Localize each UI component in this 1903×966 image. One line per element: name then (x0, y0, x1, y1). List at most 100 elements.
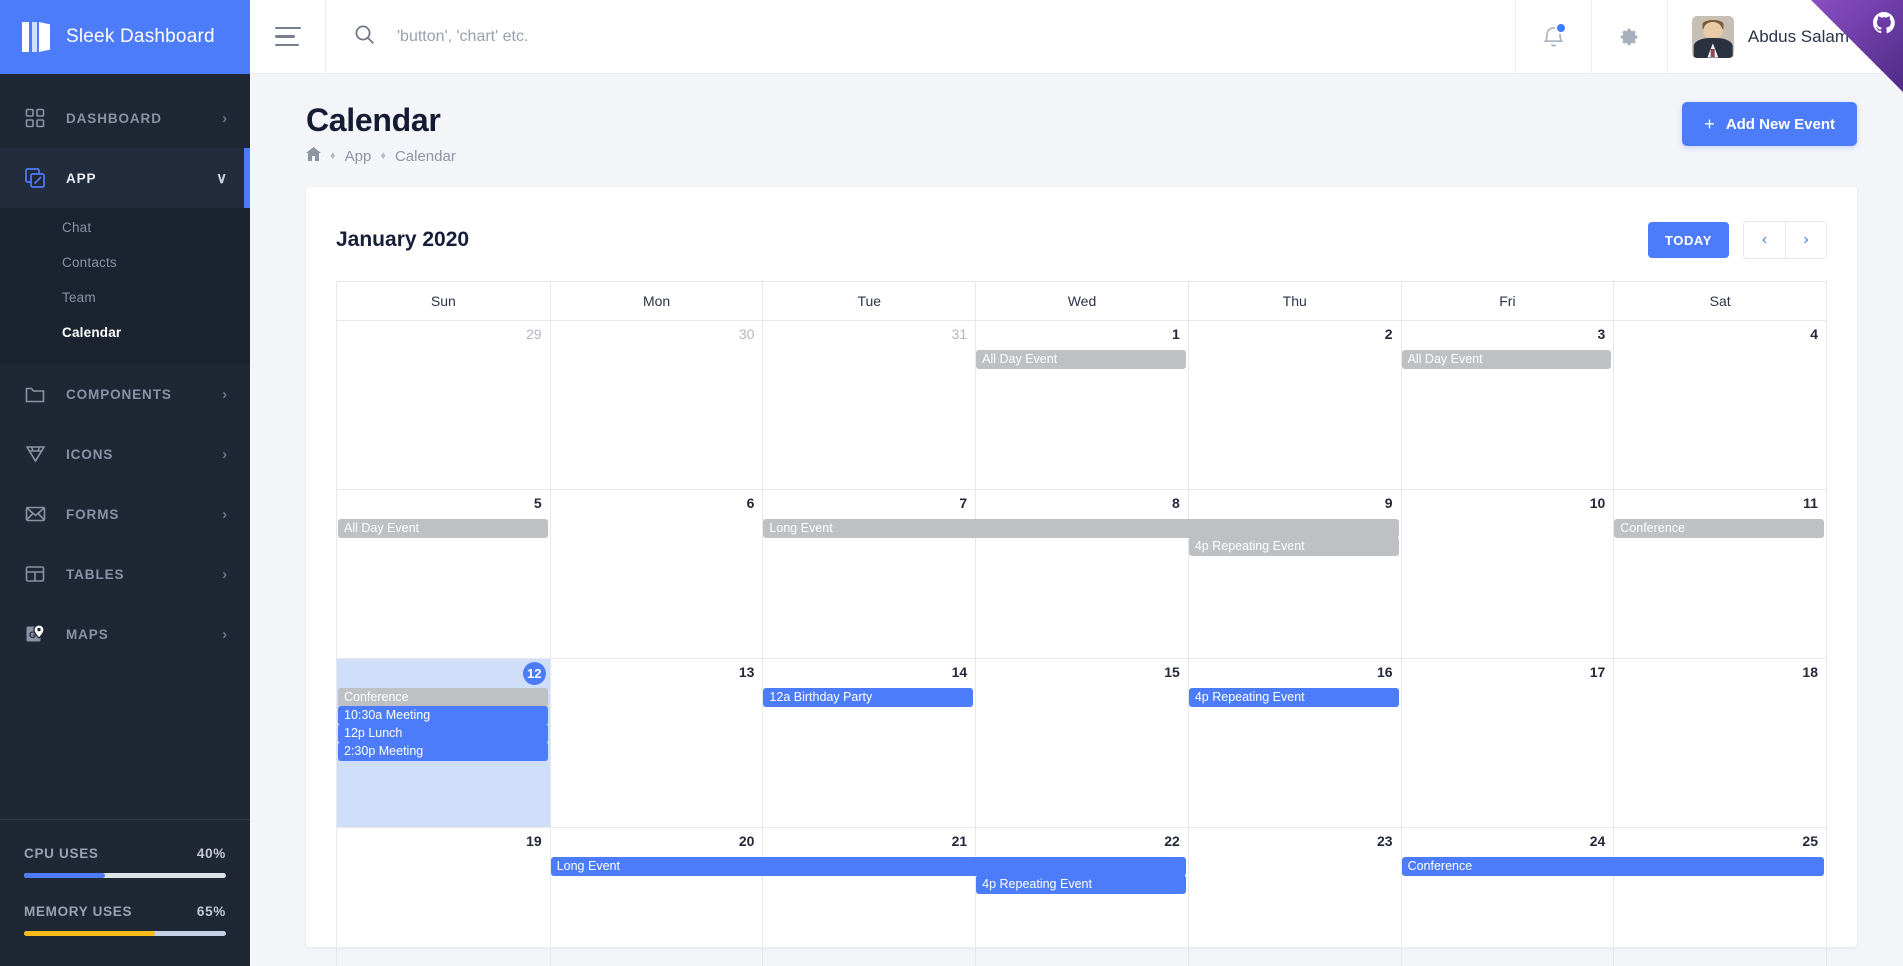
calendar-event[interactable]: Conference (338, 688, 548, 707)
calendar-day-cell[interactable]: 29 (337, 321, 550, 489)
memory-usage: MEMORY USES 65% (24, 904, 226, 936)
calendar-grid: Sun Mon Tue Wed Thu Fri Sat 29 30 31 1 2 3 4 All Day … (336, 281, 1827, 966)
calendar-day-cell[interactable]: 16 (1187, 659, 1401, 827)
profile-menu[interactable]: Abdus Salam (1666, 0, 1903, 73)
sidebar-item-forms[interactable]: FORMS › (0, 484, 250, 544)
calendar-day-number: 25 (1802, 833, 1818, 849)
calendar-day-cell[interactable]: 3 (1400, 321, 1614, 489)
sidebar-item-icons[interactable]: ICONS › (0, 424, 250, 484)
sidebar-item-label: COMPONENTS (66, 386, 172, 402)
sidebar-item-chat[interactable]: Chat (0, 210, 250, 245)
calendar-day-cell[interactable]: 31 (762, 321, 975, 489)
prev-month-button[interactable]: ‹ (1744, 222, 1785, 258)
cpu-usage-bar (24, 873, 226, 878)
calendar-day-number: 21 (951, 833, 968, 849)
calendar-event[interactable]: All Day Event (976, 350, 1186, 369)
calendar-day-number: 8 (1172, 495, 1180, 511)
calendar-day-number: 7 (959, 495, 968, 511)
search-input[interactable] (397, 27, 1037, 46)
sidebar-item-components[interactable]: COMPONENTS › (0, 364, 250, 424)
calendar-day-header-thu: Thu (1187, 282, 1401, 321)
breadcrumb-item-app[interactable]: App (345, 148, 372, 165)
calendar-event[interactable]: All Day Event (338, 519, 548, 538)
calendar-card: January 2020 TODAY ‹ › Sun Mon Tue Wed Thu Fr… (306, 187, 1857, 966)
calendar-day-cell[interactable]: 22 (975, 828, 1188, 966)
calendar-day-cell[interactable]: 7 (762, 490, 975, 658)
calendar-day-number: 23 (1376, 833, 1393, 849)
calendar-day-cell[interactable]: 15 (975, 659, 1188, 827)
hamburger-icon[interactable] (250, 0, 326, 73)
sidebar-item-contacts[interactable]: Contacts (0, 245, 250, 280)
settings-button[interactable] (1590, 0, 1667, 73)
envelope-icon (22, 501, 48, 527)
calendar-day-cell[interactable]: 8 (975, 490, 1188, 658)
calendar-day-cell[interactable]: 23 (1187, 828, 1401, 966)
calendar-day-cell[interactable]: 17 (1400, 659, 1614, 827)
sidebar-item-label: MAPS (66, 626, 109, 642)
calendar-event[interactable]: 12a Birthday Party (763, 688, 974, 707)
calendar-week-row: 12 13 14 15 16 17 18 Conference 12a Birthday Par… (337, 659, 1826, 828)
calendar-day-number: 17 (1589, 664, 1606, 680)
book-logo-icon (22, 22, 50, 52)
brand-header[interactable]: Sleek Dashboard (0, 0, 250, 74)
calendar-day-cell[interactable]: 6 (549, 490, 763, 658)
calendar-event[interactable]: 4p Repeating Event (1188, 688, 1399, 707)
calendar-day-cell[interactable]: 13 (549, 659, 763, 827)
calendar-event[interactable]: 4p Repeating Event (976, 875, 1186, 894)
chevron-right-icon: › (222, 565, 228, 583)
calendar-day-cell[interactable]: 5 (337, 490, 550, 658)
calendar-event[interactable]: 12p Lunch (338, 724, 548, 743)
calendar-event[interactable]: 4p Repeating Event (1188, 537, 1399, 556)
calendar-day-cell[interactable]: 18 (1613, 659, 1826, 827)
add-new-event-button[interactable]: + Add New Event (1682, 102, 1857, 146)
today-button[interactable]: TODAY (1647, 222, 1729, 258)
breadcrumb: ♦ App ♦ Calendar (306, 147, 456, 165)
sidebar-item-maps[interactable]: G MAPS › (0, 604, 250, 664)
grid-icon (22, 105, 48, 131)
calendar-day-number: 31 (951, 326, 968, 342)
calendar-day-cell[interactable]: 19 (337, 828, 550, 966)
calendar-day-cell[interactable]: 9 (1187, 490, 1401, 658)
page-content: Calendar ♦ App ♦ Calendar + Add New Even… (250, 74, 1903, 966)
folder-icon (22, 381, 48, 407)
calendar-day-cell[interactable]: 2 (1187, 321, 1401, 489)
page-title-block: Calendar ♦ App ♦ Calendar (306, 102, 456, 165)
sidebar-item-app[interactable]: APP ∨ (0, 148, 250, 208)
notifications-button[interactable] (1514, 0, 1591, 73)
memory-usage-percent: 65% (196, 904, 226, 919)
table-icon (22, 561, 48, 587)
calendar-day-cell[interactable]: 25 (1613, 828, 1826, 966)
calendar-day-number: 14 (951, 664, 968, 680)
avatar (1691, 15, 1734, 58)
sidebar-item-dashboard[interactable]: DASHBOARD › (0, 88, 250, 148)
calendar-event[interactable]: 2:30p Meeting (338, 742, 548, 761)
calendar-day-cell[interactable]: 1 (975, 321, 1188, 489)
calendar-event[interactable]: Conference (1614, 519, 1824, 538)
calendar-day-number: 29 (526, 326, 542, 342)
calendar-day-cell[interactable]: 30 (549, 321, 763, 489)
calendar-day-cell[interactable]: 21 (762, 828, 975, 966)
calendar-event[interactable]: Long Event (763, 519, 1399, 538)
calendar-event[interactable]: Long Event (550, 857, 1186, 876)
calendar-day-cell[interactable]: 10 (1400, 490, 1614, 658)
calendar-event[interactable]: All Day Event (1401, 350, 1612, 369)
sidebar-item-calendar[interactable]: Calendar (0, 315, 250, 350)
chevron-right-icon: › (222, 109, 228, 127)
breadcrumb-item-calendar[interactable]: Calendar (395, 148, 456, 165)
calendar-event[interactable]: 10:30a Meeting (338, 706, 548, 725)
next-month-button[interactable]: › (1785, 222, 1826, 258)
calendar-day-number: 15 (1164, 664, 1180, 680)
calendar-day-cell[interactable]: 24 (1400, 828, 1614, 966)
calendar-day-cell[interactable]: 20 (549, 828, 763, 966)
sidebar-item-team[interactable]: Team (0, 280, 250, 315)
calendar-month-title: January 2020 (336, 228, 470, 251)
calendar-day-cell[interactable]: 11 (1613, 490, 1826, 658)
sidebar-item-tables[interactable]: TABLES › (0, 544, 250, 604)
calendar-day-number: 24 (1589, 833, 1606, 849)
calendar-day-cell[interactable]: 14 (762, 659, 975, 827)
calendar-event[interactable]: Conference (1401, 857, 1824, 876)
calendar-week-row: 29 30 31 1 2 3 4 All Day Event All Day Event (337, 321, 1826, 490)
home-icon[interactable] (306, 147, 321, 165)
calendar-day-header-mon: Mon (549, 282, 763, 321)
calendar-day-cell[interactable]: 4 (1613, 321, 1826, 489)
